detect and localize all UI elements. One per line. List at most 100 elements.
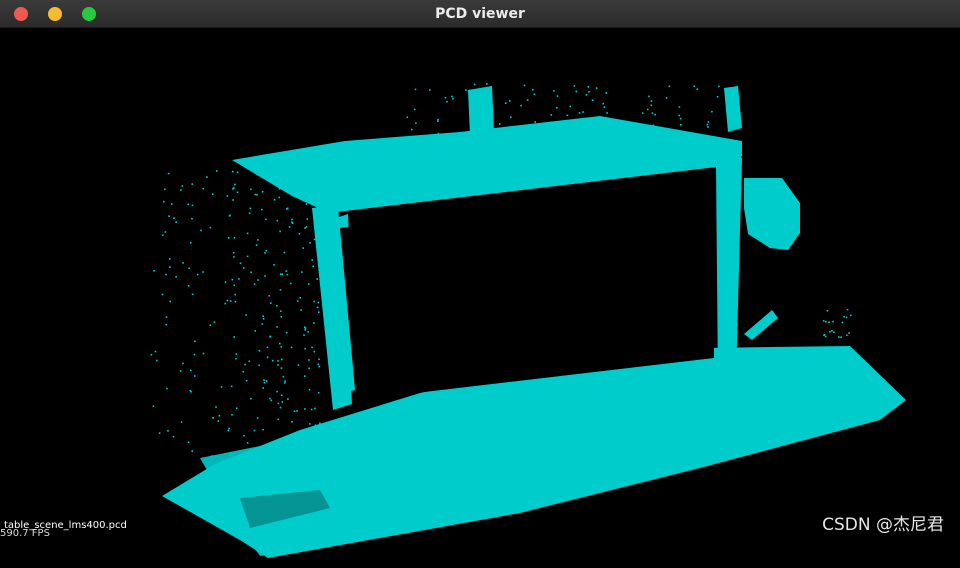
scatter-point (604, 116, 607, 119)
scatter-point (314, 407, 316, 410)
scatter-point (206, 176, 208, 178)
scatter-point (158, 432, 161, 434)
scatter-point (309, 423, 311, 425)
scatter-point (290, 282, 292, 285)
scatter-point (588, 91, 590, 93)
scatter-point (298, 233, 301, 235)
scatter-point (716, 96, 719, 98)
scatter-point (202, 187, 204, 190)
scatter-point (242, 370, 244, 373)
scatter-point (665, 97, 668, 99)
scatter-point (650, 100, 653, 102)
scatter-point (305, 203, 308, 205)
scatter-point (202, 352, 205, 355)
scatter-point (304, 227, 306, 229)
scatter-point (285, 331, 288, 334)
scatter-point (261, 208, 263, 211)
scatter-point (573, 85, 576, 87)
scatter-point (314, 424, 317, 426)
scatter-point (514, 147, 517, 150)
scatter-point (465, 89, 467, 91)
point-cloud-viewport[interactable] (0, 28, 960, 568)
scatter-point (451, 95, 453, 98)
scatter-point (845, 316, 848, 319)
scatter-point (311, 168, 314, 171)
scatter-point (191, 450, 193, 452)
scatter-point (232, 170, 234, 173)
scatter-point (838, 336, 840, 338)
scatter-point (707, 121, 710, 123)
scatter-point (318, 358, 320, 361)
scatter-point (273, 264, 275, 266)
scatter-point (606, 112, 608, 114)
scatter-point (447, 157, 450, 160)
scatter-point (595, 87, 598, 89)
scatter-point (233, 284, 235, 287)
scatter-point (193, 375, 196, 377)
scatter-point (570, 147, 573, 149)
scatter-point (273, 199, 276, 201)
scatter-point (231, 414, 233, 416)
scatter-point (261, 323, 264, 325)
scatter-point (437, 120, 439, 122)
scatter-point (255, 244, 258, 246)
scatter-point (313, 322, 315, 324)
scatter-point (439, 161, 442, 163)
scatter-point (437, 136, 440, 139)
scatter-point (280, 394, 283, 396)
scatter-point (691, 156, 693, 159)
scatter-point (696, 88, 699, 90)
scatter-point (180, 421, 183, 423)
scatter-point (510, 116, 512, 118)
scatter-point (627, 166, 629, 169)
scatter-point (212, 417, 214, 419)
scatter-point (232, 199, 234, 201)
scatter-point (707, 126, 709, 128)
scatter-point (595, 161, 598, 164)
scatter-point (279, 230, 281, 233)
watermark-text: CSDN @杰尼君 (822, 515, 944, 535)
scatter-point (411, 128, 413, 131)
scatter-point (233, 256, 235, 258)
scatter-point (664, 135, 666, 138)
scatter-point (163, 200, 165, 203)
scatter-point (280, 367, 283, 369)
scatter-point (281, 401, 284, 403)
scatter-point (191, 204, 194, 207)
scatter-point (316, 306, 319, 309)
scatter-point (277, 364, 279, 366)
scatter-point (278, 445, 280, 447)
scatter-point (226, 299, 229, 302)
scatter-point (217, 420, 219, 422)
scatter-point (654, 113, 656, 116)
scatter-point (168, 215, 170, 217)
scatter-point (438, 144, 441, 147)
scatter-point (291, 458, 293, 461)
scatter-point (306, 197, 308, 199)
scatter-point (841, 321, 844, 324)
scatter-point (276, 326, 278, 328)
scatter-point (191, 293, 194, 296)
scatter-point (238, 459, 241, 462)
scatter-point (188, 267, 190, 270)
scatter-point (717, 162, 719, 165)
scatter-point (473, 83, 476, 86)
scatter-point (164, 188, 166, 191)
scatter-point (317, 363, 320, 365)
scatter-point (313, 300, 315, 303)
scatter-point (253, 429, 256, 432)
scatter-point (563, 133, 566, 135)
scatter-point (691, 163, 694, 165)
scatter-point (319, 172, 322, 174)
scatter-point (481, 91, 483, 93)
scatter-point (304, 329, 306, 331)
scatter-point (319, 422, 321, 425)
scatter-point (231, 278, 234, 281)
scatter-point (418, 144, 420, 146)
scatter-point (215, 406, 217, 408)
scatter-point (706, 123, 709, 126)
scatter-point (280, 346, 283, 348)
scatter-point (281, 273, 283, 276)
scatter-point (556, 150, 559, 153)
scatter-point (245, 314, 247, 316)
